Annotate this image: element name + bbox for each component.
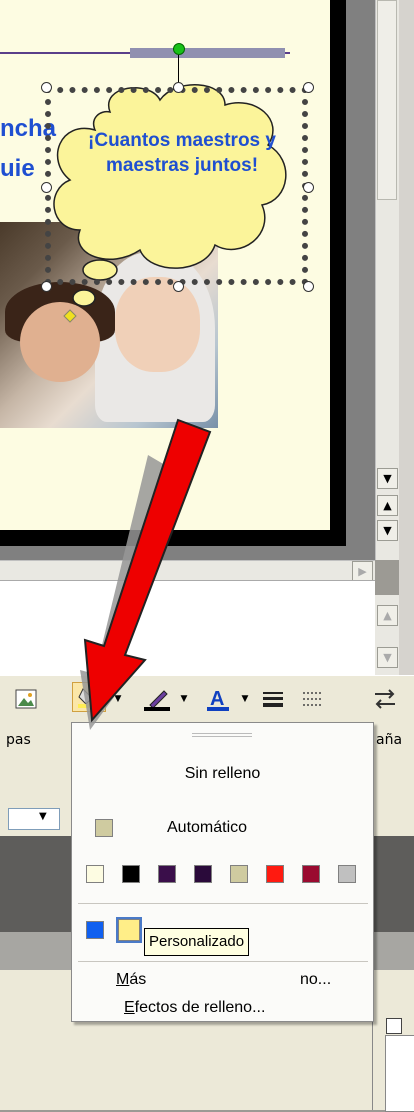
resize-handle-bottom-left[interactable] [41, 281, 52, 292]
palette-swatch[interactable] [266, 865, 284, 883]
previous-slide-icon[interactable]: ▲ [377, 495, 398, 516]
more-fill-colors-prefix-rest: ás [129, 971, 147, 988]
palette-swatch[interactable] [86, 865, 104, 883]
resize-handle-bottom[interactable] [173, 281, 184, 292]
rotation-stem [178, 53, 179, 83]
recent-color-swatch[interactable] [86, 921, 104, 939]
palette-swatch[interactable] [302, 865, 320, 883]
scroll-right-arrow-icon[interactable]: ▶ [352, 561, 373, 582]
scroll-down-arrow-icon[interactable]: ▼ [377, 468, 398, 489]
next-slide-icon[interactable]: ▼ [377, 520, 398, 541]
font-color-dropdown-icon[interactable]: ▼ [237, 684, 253, 714]
custom-color-swatch[interactable] [116, 917, 142, 943]
palette-swatch[interactable] [230, 865, 248, 883]
palette-swatch[interactable] [338, 865, 356, 883]
font-color-icon: A [207, 688, 229, 711]
menu-separator [78, 903, 368, 904]
menu-drag-handle[interactable] [192, 733, 252, 737]
more-fill-colors-item-prefix[interactable]: Más [116, 971, 146, 989]
drawing-toolbar: ▼ ▼ A ▼ [0, 675, 414, 722]
horizontal-scrollbar[interactable]: ▶ [0, 560, 375, 582]
more-fill-colors-item-suffix[interactable]: no... [300, 971, 331, 989]
line-color-button[interactable] [140, 684, 174, 714]
custom-color-tooltip: Personalizado [144, 928, 250, 956]
fill-color-button[interactable] [72, 682, 106, 712]
notes-scrollbar[interactable]: ▲ ▼ [375, 595, 399, 675]
resize-handle-top[interactable] [173, 82, 184, 93]
insert-picture-icon[interactable] [12, 684, 40, 714]
menu-separator [78, 961, 368, 962]
callout-text[interactable]: ¡Cuantos maestros y maestras juntos! [82, 128, 282, 178]
dash-style-icon[interactable] [298, 684, 328, 714]
checkbox-icon[interactable] [386, 1018, 402, 1034]
palette-swatch[interactable] [122, 865, 140, 883]
bottom-input-box[interactable] [385, 1035, 414, 1112]
resize-handle-right[interactable] [303, 182, 314, 193]
notes-scroll-down-icon[interactable]: ▼ [377, 647, 398, 668]
notes-scroll-up-icon[interactable]: ▲ [377, 605, 398, 626]
palette-swatch[interactable] [158, 865, 176, 883]
palette-swatch[interactable] [194, 865, 212, 883]
fill-effects-item[interactable]: Efectos de relleno... [124, 999, 265, 1017]
small-dropdown[interactable]: ▼ [8, 808, 60, 830]
vertical-scroll-thumb[interactable] [377, 0, 397, 200]
svg-text:A: A [210, 688, 224, 710]
window-edge [399, 0, 414, 700]
arrow-style-icon[interactable] [370, 684, 400, 714]
font-color-button[interactable]: A [203, 684, 233, 714]
automatic-fill-item[interactable]: Automático [167, 819, 247, 837]
fill-color-dropdown-icon[interactable]: ▼ [110, 684, 126, 714]
slide-canvas[interactable]: ncha uie ¡Cuantos maestros y maestras ju… [0, 0, 375, 568]
pen-icon [144, 690, 170, 711]
line-color-dropdown-icon[interactable]: ▼ [176, 684, 192, 714]
menu-label-left[interactable]: pas [6, 732, 31, 748]
line-style-icon[interactable] [258, 684, 288, 714]
selection-frame [45, 87, 308, 285]
resize-handle-left[interactable] [41, 182, 52, 193]
dropdown-arrow-icon: ▼ [39, 811, 47, 822]
resize-handle-bottom-right[interactable] [303, 281, 314, 292]
menu-label-right[interactable]: aña [376, 732, 402, 748]
resize-handle-top-right[interactable] [303, 82, 314, 93]
rotation-handle[interactable] [173, 43, 185, 55]
no-fill-item[interactable]: Sin relleno [72, 765, 373, 783]
fill-effects-rest: fectos de relleno... [134, 999, 266, 1016]
notes-pane[interactable] [0, 580, 375, 676]
paint-bucket-icon [78, 688, 100, 708]
resize-handle-top-left[interactable] [41, 82, 52, 93]
fill-color-menu: Sin relleno Automático Más no... Efectos… [71, 722, 374, 1022]
automatic-color-swatch [95, 819, 113, 837]
